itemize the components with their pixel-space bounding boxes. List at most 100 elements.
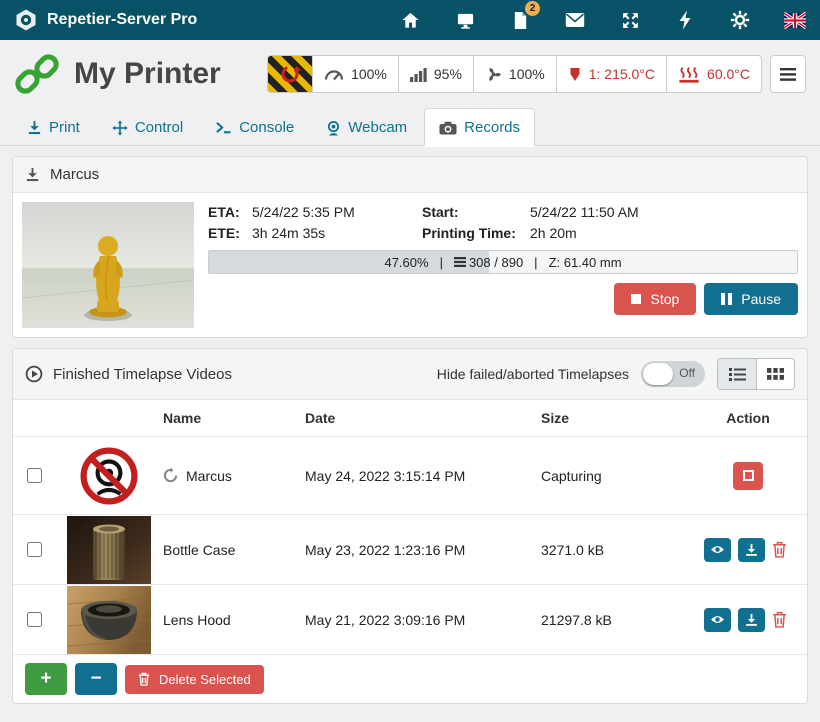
pause-icon	[721, 293, 732, 305]
timelapse-card: Finished Timelapse Videos Hide failed/ab…	[12, 348, 808, 704]
timelapse-row-marcus: Marcus May 24, 2022 3:15:14 PM Capturing	[13, 437, 807, 515]
pause-button[interactable]: Pause	[704, 283, 798, 315]
row-checkbox[interactable]	[27, 468, 42, 483]
print-job-icon	[25, 167, 40, 182]
printer-header: My Printer 100% 95% 100% 1:	[0, 40, 820, 102]
row-checkbox[interactable]	[27, 612, 42, 627]
delete-video-icon[interactable]	[772, 540, 792, 560]
webcam-hazard-button[interactable]	[267, 55, 313, 93]
printers-icon[interactable]	[454, 9, 476, 31]
app-title: Repetier-Server Pro	[47, 11, 197, 29]
speed-value: 100%	[351, 66, 387, 82]
fan-value: 100%	[509, 66, 545, 82]
app-logo-icon	[14, 8, 38, 32]
tab-records[interactable]: Records	[424, 108, 535, 146]
stop-button[interactable]: Stop	[614, 283, 696, 315]
top-navbar: Repetier-Server Pro 2	[0, 0, 820, 40]
ete-label: ETE:	[208, 225, 252, 241]
row-name: Bottle Case	[163, 542, 235, 558]
tab-print[interactable]: Print	[12, 108, 95, 146]
view-switcher	[717, 358, 795, 390]
tab-control[interactable]: Control	[97, 108, 198, 146]
view-video-button[interactable]	[704, 608, 731, 632]
tab-webcam[interactable]: Webcam	[311, 108, 422, 146]
home-icon[interactable]	[399, 9, 421, 31]
bed-temp-value: 60.0°C	[707, 66, 750, 82]
select-all-button[interactable]: +	[25, 663, 67, 695]
tab-records-label: Records	[464, 119, 520, 136]
timelapse-footer: + − Delete Selected	[13, 655, 807, 703]
printer-menu-button[interactable]	[770, 55, 806, 93]
plus-icon: +	[40, 668, 51, 690]
flow-value: 95%	[434, 66, 462, 82]
delete-selected-button[interactable]: Delete Selected	[125, 665, 264, 694]
video-thumbnail[interactable]	[55, 586, 163, 654]
language-flag-icon[interactable]	[784, 9, 806, 31]
terminal-icon	[215, 121, 232, 134]
tab-control-label: Control	[135, 119, 183, 136]
video-thumbnail[interactable]	[55, 516, 163, 584]
progress-text: 47.60% | 308 / 890 | Z: 61.40 mm	[209, 251, 797, 273]
row-date: May 21, 2022 3:09:16 PM	[305, 612, 541, 628]
bed-temp-status[interactable]: 60.0°C	[667, 55, 762, 93]
z-height-value: Z: 61.40 mm	[549, 255, 622, 270]
job-card-body: ETA: 5/24/22 5:35 PM Start: 5/24/22 11:5…	[13, 193, 807, 337]
extruder-temp-status[interactable]: 1: 215.0°C	[557, 55, 667, 93]
no-webcam-icon	[55, 447, 163, 505]
print-preview-image	[22, 202, 194, 328]
grid-view-button[interactable]	[756, 359, 794, 389]
printer-link-logo-icon	[14, 52, 60, 96]
start-label: Start:	[422, 204, 530, 220]
notification-badge: 2	[525, 1, 540, 16]
hide-failed-label: Hide failed/aborted Timelapses	[437, 366, 629, 382]
stop-capture-button[interactable]	[733, 462, 763, 490]
capturing-spinner-icon	[163, 468, 178, 483]
print-queue-icon[interactable]: 2	[509, 9, 531, 31]
deselect-all-button[interactable]: −	[75, 663, 117, 695]
row-date: May 24, 2022 3:15:14 PM	[305, 468, 541, 484]
toggle-knob	[643, 363, 673, 385]
printing-time-label: Printing Time:	[422, 225, 530, 241]
download-video-button[interactable]	[738, 538, 765, 562]
current-job-card: Marcus	[12, 156, 808, 338]
flow-multiplier-status[interactable]: 95%	[399, 55, 474, 93]
col-header-date: Date	[305, 410, 541, 426]
stop-square-icon	[743, 470, 754, 481]
delete-video-icon[interactable]	[772, 610, 792, 630]
expand-arrows-icon[interactable]	[619, 9, 641, 31]
extruder-nozzle-icon	[568, 67, 582, 82]
messages-icon[interactable]	[564, 9, 586, 31]
progress-percent: 47.60%	[384, 255, 428, 270]
job-actions: Stop Pause	[208, 283, 798, 315]
tab-webcam-label: Webcam	[348, 119, 407, 136]
camera-icon	[439, 121, 457, 135]
col-header-action: Action	[689, 410, 807, 426]
print-progress-bar: 47.60% | 308 / 890 | Z: 61.40 mm	[208, 250, 798, 274]
ete-value: 3h 24m 35s	[252, 225, 422, 241]
print-job-icon	[27, 120, 42, 135]
speed-multiplier-status[interactable]: 100%	[313, 55, 399, 93]
download-video-button[interactable]	[738, 608, 765, 632]
fan-status[interactable]: 100%	[474, 55, 557, 93]
tab-console[interactable]: Console	[200, 108, 309, 146]
extruder-temp-value: 1: 215.0°C	[589, 66, 655, 82]
row-size: 21297.8 kB	[541, 612, 689, 628]
heated-bed-icon	[678, 66, 700, 83]
settings-gear-icon[interactable]	[729, 9, 751, 31]
stop-button-label: Stop	[650, 291, 679, 307]
list-view-button[interactable]	[718, 359, 756, 389]
tab-print-label: Print	[49, 119, 80, 136]
eta-label: ETA:	[208, 204, 252, 220]
stop-icon	[631, 294, 641, 304]
job-card-header: Marcus	[13, 157, 807, 193]
hide-failed-toggle[interactable]: Off	[641, 361, 705, 387]
row-checkbox[interactable]	[27, 542, 42, 557]
power-actions-icon[interactable]	[674, 9, 696, 31]
pause-button-label: Pause	[741, 291, 781, 307]
play-circle-icon	[25, 365, 43, 383]
view-video-button[interactable]	[704, 538, 731, 562]
trash-icon	[138, 672, 150, 686]
col-header-name: Name	[163, 410, 305, 426]
eta-value: 5/24/22 5:35 PM	[252, 204, 422, 220]
webcam-icon	[326, 120, 341, 136]
